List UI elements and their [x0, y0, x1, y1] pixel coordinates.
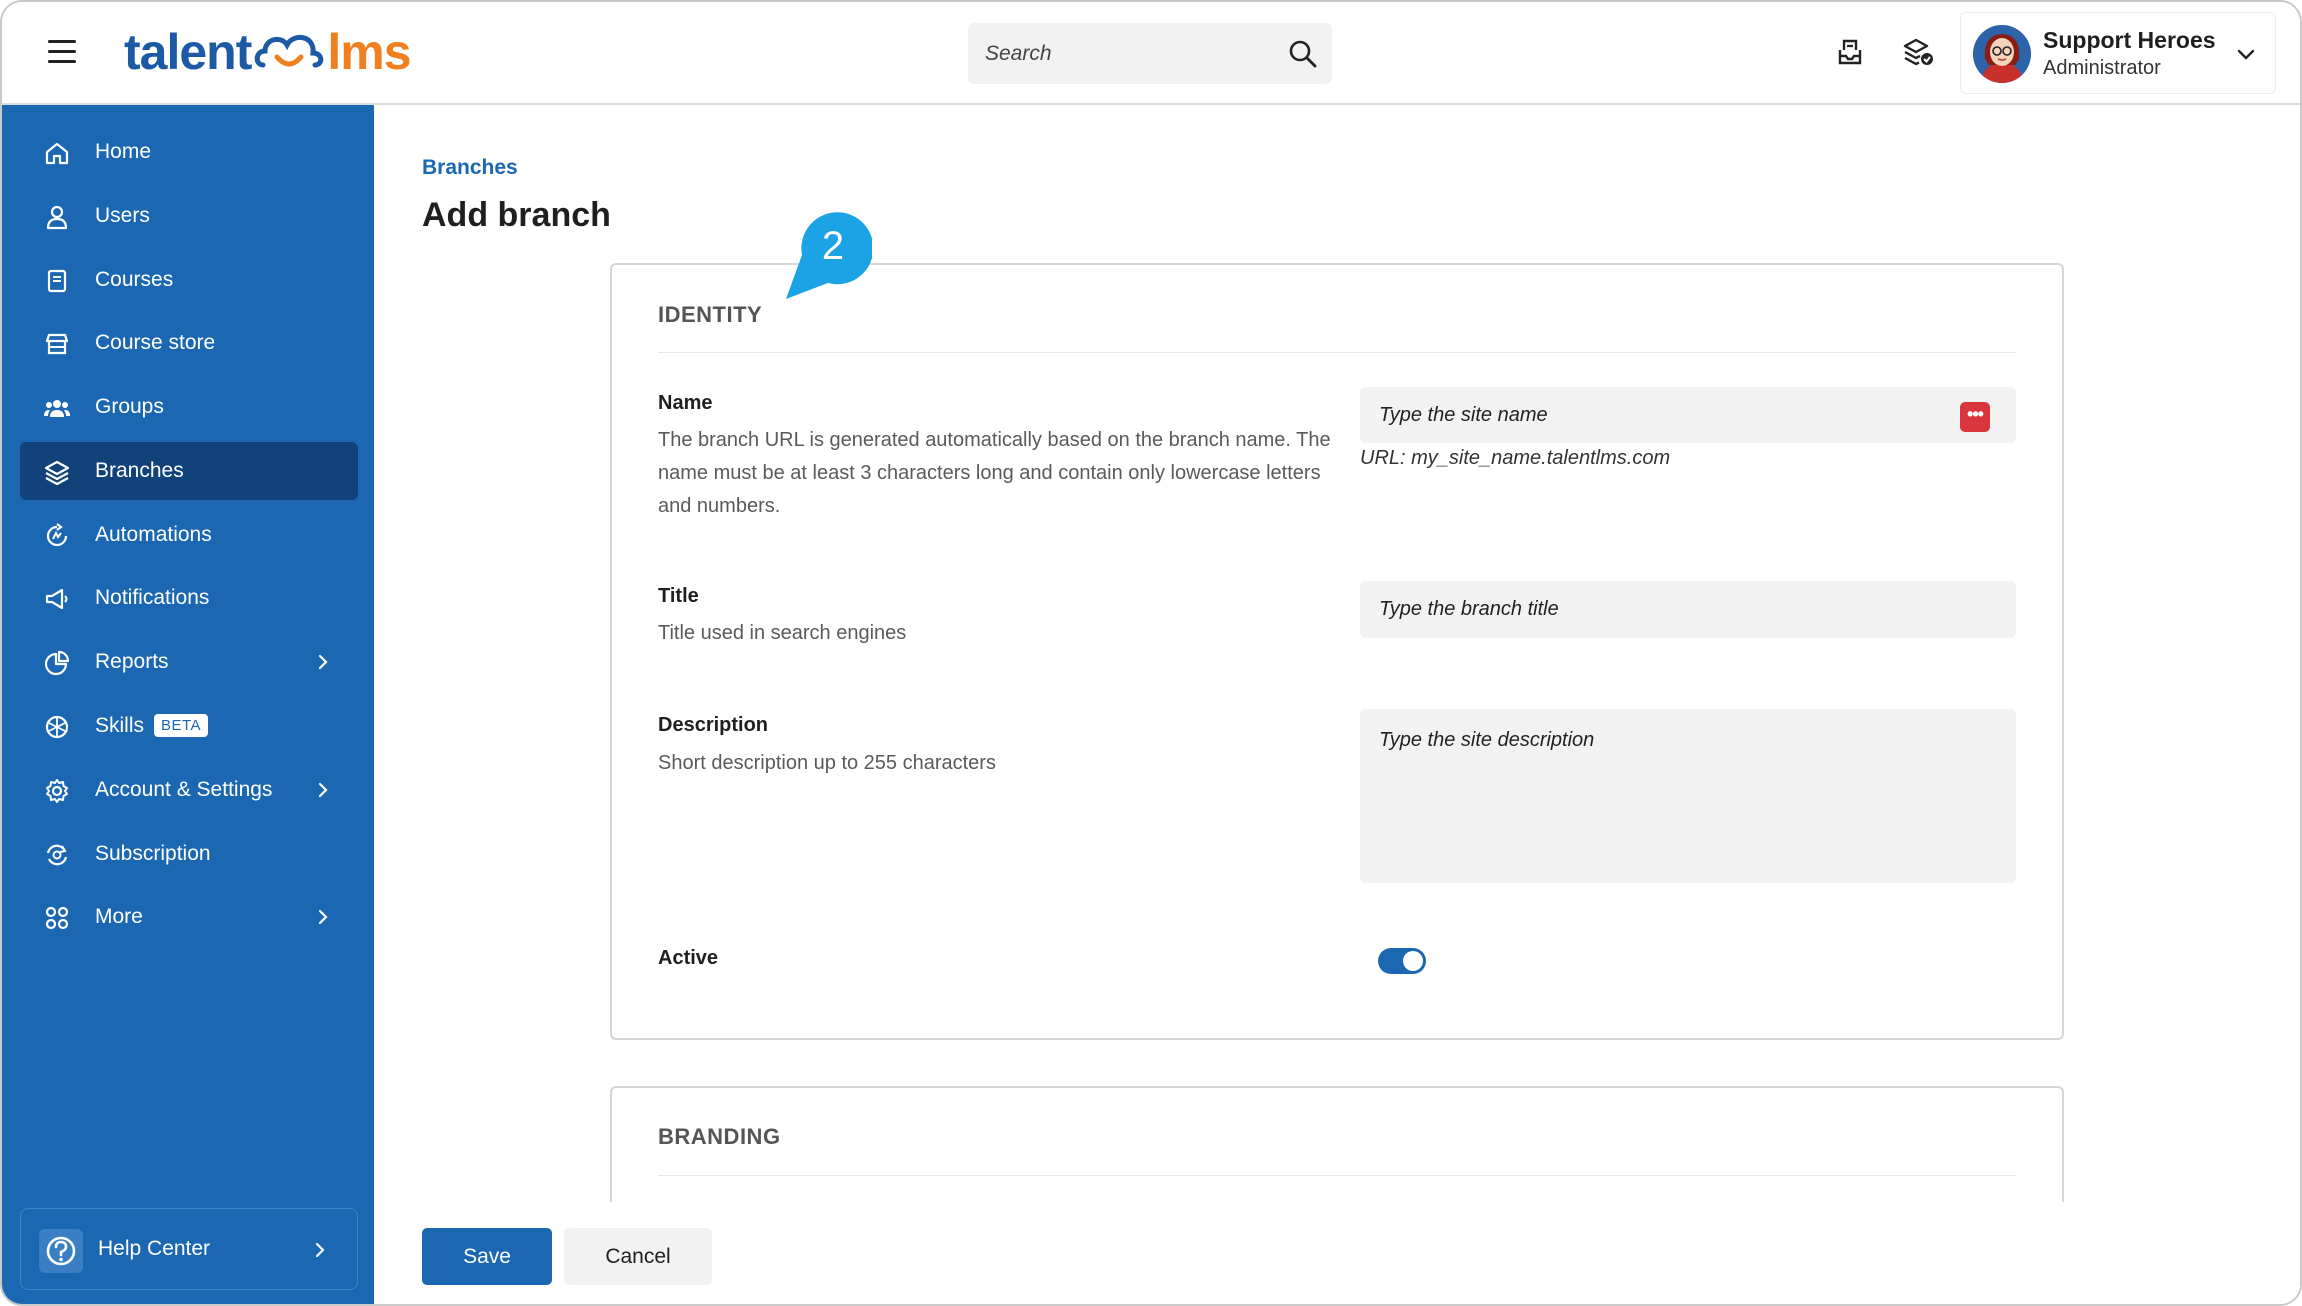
cancel-button[interactable]: Cancel	[564, 1228, 712, 1285]
sidebar-item-label: Reports	[95, 650, 169, 673]
sidebar-item-label: Account & Settings	[95, 778, 273, 801]
section-divider	[658, 352, 2016, 353]
sidebar-item-label: Branches	[95, 459, 184, 482]
app-window: talent lms Search Support Heroes Adminis…	[0, 0, 2302, 1306]
sidebar-item-notifications[interactable]: Notifications	[20, 569, 358, 627]
sidebar-item-account-settings[interactable]: Account & Settings	[20, 761, 358, 819]
top-bar: talent lms Search Support Heroes Adminis…	[2, 2, 2300, 105]
groups-icon	[44, 400, 70, 417]
sidebar-item-courses[interactable]: Courses	[20, 251, 358, 309]
toggle-knob	[1403, 951, 1423, 971]
store-icon	[45, 333, 69, 355]
sidebar-item-branches[interactable]: Branches	[20, 442, 358, 500]
more-options-icon[interactable]: •••	[1960, 402, 1990, 432]
url-hint: URL: my_site_name.talentlms.com	[1360, 447, 1671, 469]
title-help-text: Title used in search engines	[658, 622, 907, 644]
chevron-down-icon[interactable]	[2235, 43, 2257, 65]
help-center-label: Help Center	[98, 1237, 211, 1260]
breadcrumb-branches[interactable]: Branches	[422, 156, 518, 180]
title-input[interactable]	[1360, 581, 2016, 638]
user-menu[interactable]: Support Heroes Administrator	[1960, 12, 2276, 94]
sidebar-item-reports[interactable]: Reports	[20, 633, 358, 691]
hamburger-menu-icon[interactable]	[48, 40, 76, 66]
automation-icon	[46, 523, 68, 547]
branches-check-icon[interactable]	[1902, 36, 1934, 68]
user-name: Support Heroes	[2043, 27, 2216, 53]
description-label: Description	[658, 714, 769, 736]
description-textarea[interactable]	[1360, 709, 2016, 883]
gear-icon	[46, 779, 68, 803]
messages-inbox-icon[interactable]	[1834, 36, 1866, 68]
chevron-right-icon	[315, 1242, 325, 1258]
logo-text-talent: talent	[124, 24, 252, 80]
callout-number: 2	[822, 224, 844, 268]
chevron-right-icon	[318, 654, 328, 670]
logo-text-lms: lms	[327, 24, 411, 80]
user-icon	[46, 205, 68, 230]
help-icon	[39, 1229, 83, 1273]
cloud-smile-icon	[255, 35, 324, 68]
sidebar-item-label: Subscription	[95, 842, 211, 865]
help-center-button[interactable]: Help Center	[20, 1208, 358, 1290]
name-help-text: The branch URL is generated automaticall…	[658, 429, 1331, 517]
beta-badge: BETA	[154, 714, 209, 737]
sidebar-item-automations[interactable]: Automations	[20, 506, 358, 564]
sidebar-item-label: Users	[95, 204, 150, 227]
megaphone-icon	[45, 588, 68, 610]
pie-chart-icon	[44, 650, 70, 676]
avatar	[1973, 25, 2031, 83]
sidebar-item-home[interactable]: Home	[20, 123, 358, 181]
active-label: Active	[658, 947, 719, 969]
description-help-text: Short description up to 255 characters	[658, 752, 996, 774]
branding-section-header: BRANDING	[658, 1124, 781, 1149]
sidebar-item-skills[interactable]: Skills BETA	[20, 697, 358, 755]
save-button[interactable]: Save	[422, 1228, 552, 1285]
form-footer: Save Cancel	[374, 1202, 2300, 1304]
sidebar-item-label: Groups	[95, 395, 164, 418]
sidebar-item-more[interactable]: More	[20, 888, 358, 946]
talentlms-logo[interactable]: talent lms	[124, 22, 412, 82]
search-icon[interactable]	[1288, 39, 1318, 69]
title-label: Title	[658, 585, 699, 607]
grid-icon	[45, 906, 69, 930]
sidebar-item-groups[interactable]: Groups	[20, 378, 358, 436]
sidebar-item-course-store[interactable]: Course store	[20, 314, 358, 372]
search-box[interactable]	[968, 23, 1332, 84]
step-callout-marker: 2	[786, 212, 872, 299]
sidebar-item-label: Skills	[95, 714, 145, 737]
name-label: Name	[658, 392, 713, 414]
home-icon	[45, 142, 69, 165]
book-icon	[47, 269, 67, 293]
active-toggle[interactable]	[1378, 948, 1426, 974]
section-divider	[658, 1175, 2016, 1176]
sidebar-item-label: Courses	[95, 268, 174, 291]
sidebar: Home Users Courses Course store Groups B…	[2, 105, 374, 1304]
sidebar-item-label: Notifications	[95, 586, 210, 609]
search-input[interactable]	[968, 23, 1268, 84]
sidebar-item-users[interactable]: Users	[20, 187, 358, 245]
chevron-right-icon	[318, 782, 328, 798]
skills-icon	[45, 715, 69, 739]
identity-card: IDENTITY	[610, 263, 2064, 1040]
sidebar-item-label: More	[95, 905, 143, 928]
sidebar-item-label: Automations	[95, 523, 212, 546]
sidebar-item-label: Home	[95, 140, 152, 163]
subscription-icon	[46, 844, 68, 866]
name-input[interactable]	[1360, 387, 2016, 443]
identity-section-header: IDENTITY	[658, 302, 763, 327]
sidebar-item-label: Course store	[95, 331, 216, 354]
page-title: Add branch	[422, 196, 611, 234]
chevron-right-icon	[318, 909, 328, 925]
layers-icon	[44, 460, 70, 485]
sidebar-item-subscription[interactable]: Subscription	[20, 825, 358, 883]
user-role: Administrator	[2043, 57, 2161, 79]
